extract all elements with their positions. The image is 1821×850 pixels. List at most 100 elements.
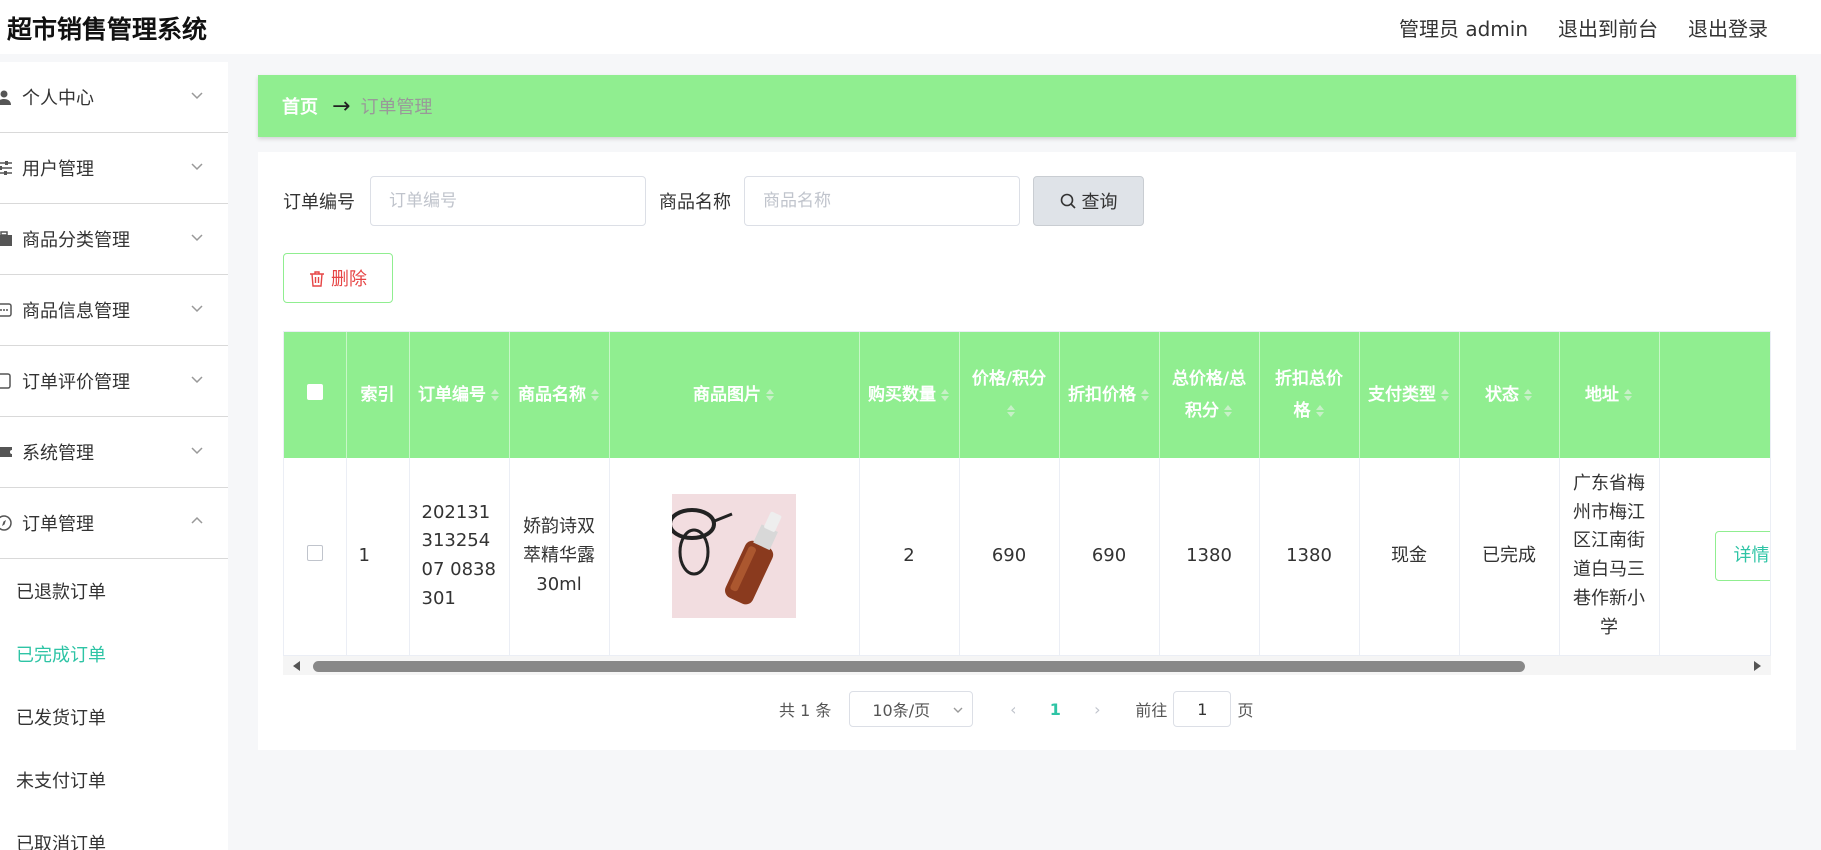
sidebar-item-user-management[interactable]: 用户管理 bbox=[0, 133, 228, 204]
briefcase-icon bbox=[0, 231, 12, 246]
page-number-1[interactable]: 1 bbox=[1031, 700, 1079, 719]
header-discount-price-label: 折扣价格 bbox=[1068, 384, 1136, 405]
header-product-name-label: 商品名称 bbox=[518, 384, 586, 405]
header-product-name[interactable]: 商品名称 bbox=[509, 332, 610, 458]
query-button-label: 查询 bbox=[1081, 192, 1118, 213]
sidebar-item-label: 用户管理 bbox=[22, 159, 94, 180]
header-order-no-label: 订单编号 bbox=[418, 384, 486, 405]
pagination: 共 1 条 10条/页 ‹ 1 › 前往 页 bbox=[779, 691, 1253, 727]
goto-page-input[interactable] bbox=[1173, 691, 1232, 727]
app-title: 超市销售管理系统 bbox=[7, 15, 208, 44]
header-price[interactable]: 价格/积分 bbox=[959, 332, 1060, 458]
select-all-checkbox[interactable] bbox=[306, 383, 323, 400]
chevron-down-icon bbox=[191, 376, 203, 384]
order-no-label: 订单编号 bbox=[283, 192, 355, 213]
sidebar-item-system-management[interactable]: 系统管理 bbox=[0, 417, 228, 488]
chevron-down-icon bbox=[191, 305, 203, 313]
sidebar-item-label: 订单管理 bbox=[22, 514, 94, 535]
header-select-all[interactable] bbox=[284, 332, 347, 458]
header-discount-price[interactable]: 折扣价格 bbox=[1059, 332, 1160, 458]
row-discount-price: 690 bbox=[1059, 458, 1160, 656]
sort-icon[interactable] bbox=[1315, 404, 1325, 418]
submenu-refunded-orders[interactable]: 已退款订单 bbox=[0, 559, 228, 622]
row-price: 690 bbox=[959, 458, 1060, 656]
breadcrumb-home[interactable]: 首页 bbox=[282, 93, 318, 119]
top-header: 超市销售管理系统 管理员 admin 退出到前台 退出登录 bbox=[0, 0, 1821, 54]
delete-button[interactable]: 删除 bbox=[283, 253, 393, 303]
sort-icon[interactable] bbox=[1006, 404, 1016, 418]
logout-link[interactable]: 退出登录 bbox=[1688, 13, 1768, 42]
table-header-row: 索引 订单编号 商品名称 商品图片 购买数量 价格/积分 折扣价格 总价格/总积… bbox=[284, 332, 1770, 458]
table-horizontal-scrollbar[interactable] bbox=[283, 655, 1771, 675]
submenu-shipped-orders[interactable]: 已发货订单 bbox=[0, 685, 228, 748]
table-row: 1 20213131325407 0838301 娇韵诗双萃精华露30ml 2 … bbox=[284, 458, 1770, 656]
sort-icon[interactable] bbox=[1440, 388, 1450, 402]
admin-user-label[interactable]: 管理员 admin bbox=[1399, 13, 1528, 42]
compass-icon bbox=[0, 515, 12, 531]
order-no-input[interactable] bbox=[370, 176, 646, 226]
header-status-label: 状态 bbox=[1485, 384, 1519, 405]
sort-icon[interactable] bbox=[1140, 388, 1150, 402]
submenu-unpaid-orders[interactable]: 未支付订单 bbox=[0, 748, 228, 811]
product-name-input[interactable] bbox=[744, 176, 1020, 226]
exit-to-frontend-link[interactable]: 退出到前台 bbox=[1558, 13, 1658, 42]
header-index: 索引 bbox=[346, 332, 410, 458]
header-actions bbox=[1659, 332, 1770, 458]
row-status: 已完成 bbox=[1459, 458, 1560, 656]
row-product-image-cell bbox=[609, 458, 860, 656]
sort-icon[interactable] bbox=[1523, 388, 1533, 402]
orders-table: 索引 订单编号 商品名称 商品图片 购买数量 价格/积分 折扣价格 总价格/总积… bbox=[283, 331, 1771, 668]
top-links: 管理员 admin 退出到前台 退出登录 bbox=[1399, 13, 1768, 42]
header-pay-type-label: 支付类型 bbox=[1368, 384, 1436, 405]
sidebar-item-personal-center[interactable]: 个人中心 bbox=[0, 62, 228, 133]
next-page-button[interactable]: › bbox=[1079, 700, 1115, 719]
search-icon bbox=[1060, 193, 1076, 209]
sort-icon[interactable] bbox=[765, 388, 775, 402]
header-total[interactable]: 总价格/总积分 bbox=[1159, 332, 1260, 458]
page-size-select[interactable]: 10条/页 bbox=[849, 691, 974, 727]
scroll-right-arrow-icon[interactable] bbox=[1754, 661, 1761, 671]
chevron-down-icon bbox=[953, 707, 963, 713]
breadcrumb-current: 订单管理 bbox=[360, 97, 433, 118]
chevron-down-icon bbox=[191, 92, 203, 100]
sidebar-item-label: 商品信息管理 bbox=[22, 301, 130, 322]
submenu-completed-orders[interactable]: 已完成订单 bbox=[0, 622, 228, 685]
header-product-image[interactable]: 商品图片 bbox=[609, 332, 860, 458]
sidebar-item-order-management[interactable]: 订单管理 bbox=[0, 488, 228, 559]
header-quantity[interactable]: 购买数量 bbox=[859, 332, 960, 458]
detail-button[interactable]: 详情 bbox=[1714, 531, 1770, 582]
query-button[interactable]: 查询 bbox=[1033, 176, 1144, 226]
delete-button-label: 删除 bbox=[331, 269, 367, 290]
main-panel: 订单编号 商品名称 查询 删除 索引 订单编号 商品名称 bbox=[258, 152, 1796, 750]
sidebar-item-product-management[interactable]: 商品信息管理 bbox=[0, 275, 228, 346]
scrollbar-thumb[interactable] bbox=[313, 661, 1525, 672]
row-checkbox[interactable] bbox=[306, 544, 323, 561]
submenu-cancelled-orders[interactable]: 已取消订单 bbox=[0, 811, 228, 850]
header-address[interactable]: 地址 bbox=[1559, 332, 1660, 458]
tablet-icon bbox=[0, 373, 11, 389]
header-price-label: 价格/积分 bbox=[971, 368, 1047, 389]
chevron-down-icon bbox=[191, 163, 203, 171]
sidebar-item-label: 商品分类管理 bbox=[22, 230, 130, 251]
sidebar-item-category-management[interactable]: 商品分类管理 bbox=[0, 204, 228, 275]
search-form: 订单编号 商品名称 查询 bbox=[283, 176, 1144, 226]
header-status[interactable]: 状态 bbox=[1459, 332, 1560, 458]
sort-icon[interactable] bbox=[490, 388, 500, 402]
sort-icon[interactable] bbox=[940, 388, 950, 402]
header-order-no[interactable]: 订单编号 bbox=[409, 332, 510, 458]
prev-page-button[interactable]: ‹ bbox=[995, 700, 1031, 719]
header-pay-type[interactable]: 支付类型 bbox=[1359, 332, 1460, 458]
sort-icon[interactable] bbox=[590, 388, 600, 402]
sidebar-item-review-management[interactable]: 订单评价管理 bbox=[0, 346, 228, 417]
breadcrumb: 首页 → 订单管理 bbox=[258, 75, 1796, 137]
row-pay-type: 现金 bbox=[1359, 458, 1460, 656]
sort-icon[interactable] bbox=[1223, 404, 1233, 418]
header-address-label: 地址 bbox=[1585, 384, 1619, 405]
scroll-left-arrow-icon[interactable] bbox=[293, 661, 300, 671]
header-discount-total[interactable]: 折扣总价格 bbox=[1259, 332, 1360, 458]
sidebar-item-label: 系统管理 bbox=[22, 443, 94, 464]
row-product-name: 娇韵诗双萃精华露30ml bbox=[509, 458, 610, 656]
row-actions-cell: 详情 bbox=[1659, 458, 1770, 656]
product-name-label: 商品名称 bbox=[659, 192, 731, 213]
sort-icon[interactable] bbox=[1623, 388, 1633, 402]
